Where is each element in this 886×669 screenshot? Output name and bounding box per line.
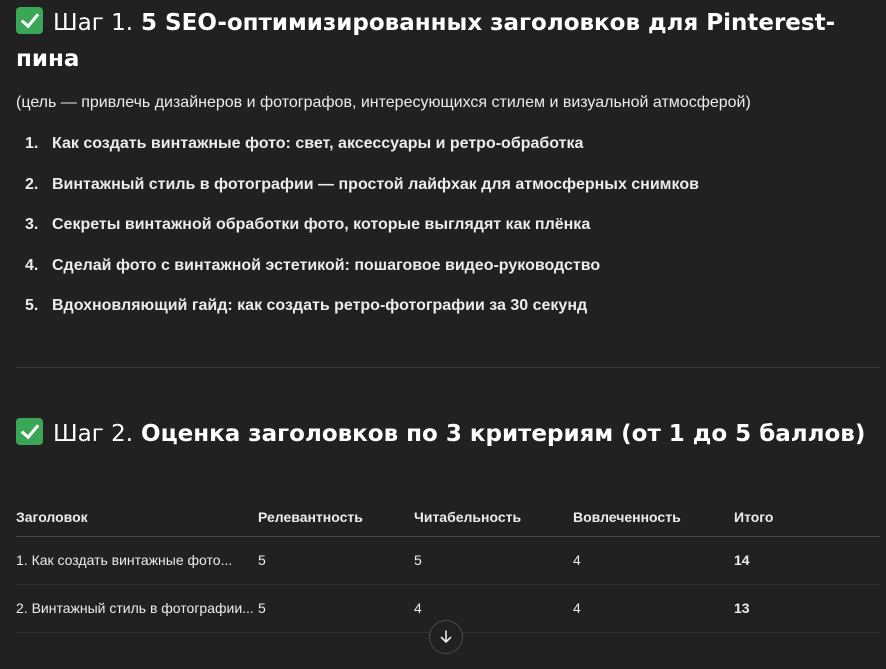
column-header-readability: Читабельность bbox=[414, 498, 573, 537]
headline-list: 1. Как создать винтажные фото: свет, аксе… bbox=[16, 131, 699, 334]
list-item: 3. Секреты винтажной обработки фото, кото… bbox=[16, 212, 699, 253]
step1-prefix: Шаг 1. bbox=[53, 10, 134, 36]
arrow-down-icon bbox=[440, 630, 452, 643]
step2-prefix: Шаг 2. bbox=[53, 421, 134, 447]
cell-title: 2. Винтажный стиль в фотографии... bbox=[16, 584, 258, 633]
chat-message-page: Шаг 1. 5 SEO-оптимизированных заголовков… bbox=[0, 0, 886, 669]
list-item-number: 5. bbox=[25, 297, 39, 314]
list-item: 2. Винтажный стиль в фотографии — простой… bbox=[16, 172, 699, 213]
list-item: 5. Вдохновляющий гайд: как создать ретро-… bbox=[16, 293, 699, 334]
cell-total: 13 bbox=[734, 584, 880, 633]
list-item: 4. Сделай фото с винтажной эстетикой: пош… bbox=[16, 253, 699, 294]
list-item-number: 4. bbox=[25, 256, 39, 274]
column-header-title: Заголовок bbox=[16, 498, 258, 537]
list-item-text: Вдохновляющий гайд: как создать ретро-фо… bbox=[52, 297, 588, 314]
list-item-text: Винтажный стиль в фотографии — простой л… bbox=[52, 175, 699, 193]
cell-readability: 5 bbox=[414, 536, 573, 585]
step1-intro: (цель — привлечь дизайнеров и фотографов… bbox=[16, 94, 751, 111]
table-header-row: Заголовок Релевантность Читабельность Во… bbox=[16, 498, 880, 537]
cell-engagement: 4 bbox=[573, 536, 734, 585]
cell-title: 1. Как создать винтажные фото... bbox=[16, 536, 258, 585]
list-item-number: 2. bbox=[25, 175, 39, 193]
step2-heading: Шаг 2. Оценка заголовков по 3 критериям … bbox=[16, 416, 880, 452]
check-mark-icon bbox=[16, 7, 43, 34]
list-item-text: Секреты винтажной обработки фото, которы… bbox=[52, 216, 591, 233]
step2-title: Оценка заголовков по 3 критериям (от 1 д… bbox=[141, 421, 866, 447]
list-item-number: 3. bbox=[25, 216, 39, 233]
check-mark-icon bbox=[16, 418, 43, 445]
table-row: 1. Как создать винтажные фото... 5 5 4 1… bbox=[16, 536, 880, 585]
scroll-to-bottom-button[interactable] bbox=[429, 620, 463, 654]
step1-title: 5 SEO-оптимизированных заголовков для Pi… bbox=[16, 10, 836, 72]
list-item-number: 1. bbox=[25, 135, 39, 152]
cell-relevance: 5 bbox=[258, 584, 414, 633]
list-item: 1. Как создать винтажные фото: свет, аксе… bbox=[16, 131, 699, 172]
scores-table: Заголовок Релевантность Читабельность Во… bbox=[16, 498, 880, 633]
column-header-relevance: Релевантность bbox=[258, 498, 414, 537]
cell-total: 14 bbox=[734, 536, 880, 585]
cell-engagement: 4 bbox=[573, 584, 734, 633]
column-header-total: Итого bbox=[734, 498, 880, 537]
section-divider bbox=[16, 367, 880, 368]
list-item-text: Сделай фото с винтажной эстетикой: пошаг… bbox=[52, 256, 601, 274]
list-item-text: Как создать винтажные фото: свет, аксесс… bbox=[52, 135, 584, 152]
step1-heading: Шаг 1. 5 SEO-оптимизированных заголовков… bbox=[16, 5, 880, 77]
cell-relevance: 5 bbox=[258, 536, 414, 585]
column-header-engagement: Вовлеченность bbox=[573, 498, 734, 537]
